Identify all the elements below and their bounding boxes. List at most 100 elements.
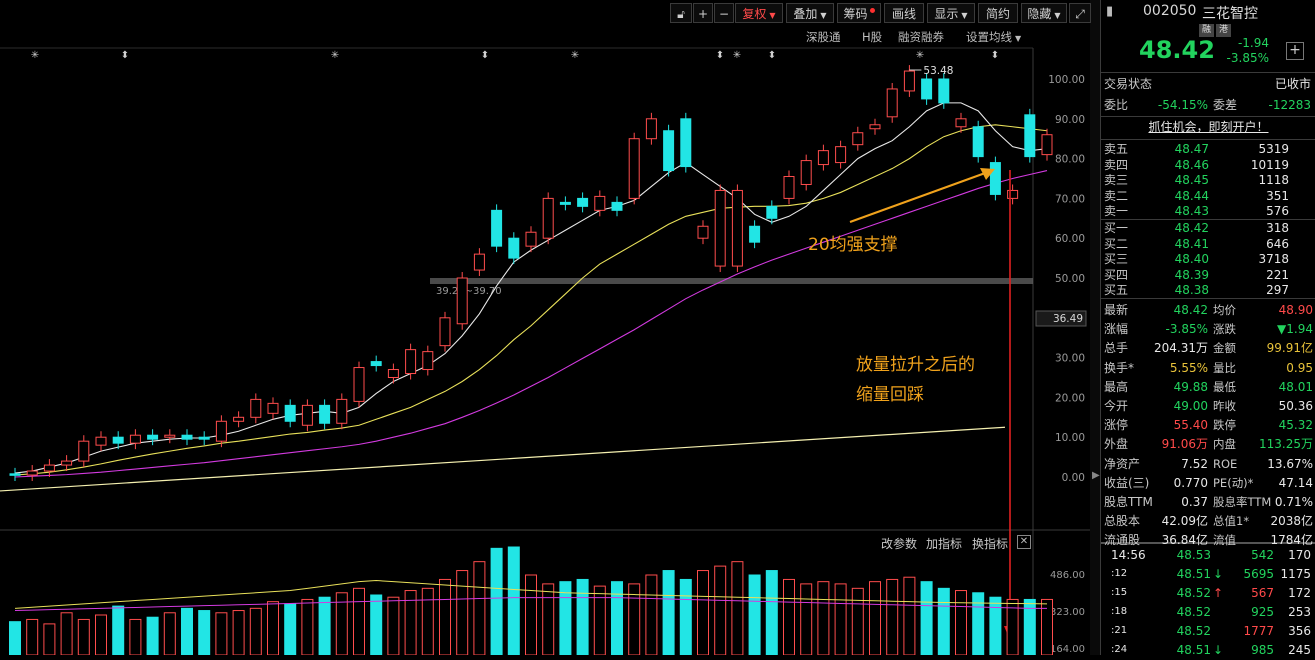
volume-bar bbox=[989, 596, 1002, 655]
brief-button[interactable]: 简约 bbox=[978, 3, 1018, 23]
last-price: 48.42 bbox=[1139, 36, 1215, 64]
quote-value: 13.67% bbox=[1267, 456, 1313, 471]
diff-label: 委差 bbox=[1213, 98, 1238, 112]
h-share-link[interactable]: H股 bbox=[862, 29, 882, 45]
ma-settings-link[interactable]: 设置均线 ▼ bbox=[966, 29, 1021, 45]
volume-bar bbox=[697, 570, 709, 655]
event-marker-icon: ⬍ bbox=[121, 50, 129, 61]
quote-value: 49.00 bbox=[1173, 399, 1208, 413]
minus-icon: − bbox=[718, 7, 730, 21]
tick-price: 48.52 bbox=[1176, 586, 1211, 600]
order-label: 卖三 bbox=[1104, 173, 1129, 187]
panel-splitter[interactable]: ▶ bbox=[1090, 0, 1100, 655]
volume-bar bbox=[146, 616, 159, 655]
candle-body bbox=[938, 78, 950, 104]
order-price: 48.45 bbox=[1174, 173, 1209, 187]
candle-body bbox=[955, 118, 967, 128]
order-volume: 10119 bbox=[1250, 157, 1289, 172]
event-marker-icon: ✳ bbox=[331, 50, 339, 61]
volume-bar bbox=[765, 570, 778, 655]
tick-count: 356 bbox=[1288, 624, 1311, 638]
zoom-in-button[interactable]: + bbox=[693, 3, 713, 23]
quote-value: 48.42 bbox=[1173, 303, 1208, 317]
plus-icon: + bbox=[1289, 42, 1301, 58]
hide-label: 隐藏 bbox=[1027, 7, 1052, 21]
display-label: 显示 bbox=[934, 7, 959, 21]
volume-bar bbox=[542, 583, 555, 655]
volume-tick-label: 486.00 bbox=[1050, 570, 1085, 581]
candle-body bbox=[319, 404, 331, 424]
quote-value: 0.770 bbox=[1173, 475, 1208, 490]
volume-bar bbox=[353, 587, 365, 655]
indicator-params-button[interactable]: 改参数 bbox=[881, 535, 917, 552]
candle-body bbox=[783, 176, 795, 199]
volume-bar bbox=[507, 546, 520, 655]
volume-bar bbox=[679, 578, 692, 655]
volume-bar bbox=[903, 576, 916, 655]
menu-icon[interactable]: ▮ bbox=[1106, 4, 1113, 19]
quote-label: 金额 bbox=[1213, 341, 1236, 356]
divider bbox=[1101, 298, 1315, 299]
ratio-label: 委比 bbox=[1104, 98, 1129, 112]
add-indicator-button[interactable]: 加指标 bbox=[926, 535, 962, 552]
fullscreen-button[interactable]: ⤢ bbox=[1069, 3, 1091, 23]
draw-button[interactable]: 画线 bbox=[884, 3, 924, 23]
order-label: 买二 bbox=[1104, 236, 1129, 251]
order-price: 48.46 bbox=[1174, 157, 1209, 172]
candle-body bbox=[1024, 114, 1036, 158]
order-price: 48.47 bbox=[1174, 142, 1209, 156]
event-marker-icon: ⬍ bbox=[768, 50, 776, 61]
lock-icon: 🔓︎ bbox=[677, 7, 685, 21]
y-tick-label: 100.00 bbox=[1048, 74, 1085, 86]
hide-button[interactable]: 隐藏 ▼ bbox=[1021, 3, 1067, 23]
close-icon[interactable]: ✕ bbox=[1017, 535, 1031, 549]
add-watchlist-button[interactable]: + bbox=[1286, 42, 1304, 60]
hk-connect-link[interactable]: 深股通 bbox=[806, 29, 841, 45]
event-marker-icon: ✳ bbox=[916, 50, 924, 61]
tick-time: :15 bbox=[1111, 587, 1128, 598]
tick-count: 245 bbox=[1288, 643, 1311, 657]
order-price: 48.40 bbox=[1174, 252, 1209, 266]
candle-body bbox=[972, 126, 984, 158]
y-tick-label: 30.00 bbox=[1055, 353, 1085, 365]
kline-chart[interactable]: 100.0090.0080.0070.0060.0050.0040.0030.0… bbox=[0, 0, 1090, 655]
quote-label: 今开 bbox=[1104, 399, 1129, 413]
quote-label: 最新 bbox=[1104, 303, 1129, 317]
quote-value: 42.09亿 bbox=[1161, 514, 1208, 529]
volume-bar bbox=[490, 547, 503, 655]
tick-count: 1175 bbox=[1280, 567, 1311, 581]
candle-body bbox=[903, 70, 915, 92]
order-volume: 221 bbox=[1266, 267, 1289, 282]
order-price: 48.42 bbox=[1174, 221, 1209, 235]
zoom-out-button[interactable]: − bbox=[714, 3, 734, 23]
event-marker-icon: ✳ bbox=[31, 50, 39, 61]
quote-value: 204.31万 bbox=[1154, 341, 1208, 356]
quote-value: 47.14 bbox=[1278, 475, 1313, 490]
quote-panel: ▮ 002050 三花智控 融 港 48.42 -1.94 -3.85% + 交… bbox=[1100, 0, 1315, 657]
switch-indicator-button[interactable]: 换指标 bbox=[972, 535, 1008, 552]
volume-bar bbox=[267, 601, 279, 655]
volume-bar bbox=[249, 607, 262, 655]
quote-label: 跌停 bbox=[1213, 418, 1236, 433]
chevron-down-icon: ▼ bbox=[820, 11, 827, 20]
open-account-link[interactable]: 抓住机会，即刻开户！ bbox=[1101, 117, 1315, 137]
tick-time: :18 bbox=[1111, 606, 1128, 617]
volume-bar bbox=[800, 583, 813, 655]
status-label: 交易状态 bbox=[1104, 77, 1153, 91]
adjust-button[interactable]: 复权 ▼ bbox=[735, 3, 783, 23]
volume-bar bbox=[421, 587, 434, 655]
overlay-button[interactable]: 叠加 ▼ bbox=[786, 3, 834, 23]
volume-bar bbox=[456, 570, 469, 655]
collapse-arrow-icon[interactable]: ▶ bbox=[1092, 470, 1100, 481]
tick-price: 48.53 bbox=[1176, 548, 1211, 562]
margin-link[interactable]: 融资融券 bbox=[898, 29, 944, 45]
order-volume: 5319 bbox=[1258, 142, 1289, 156]
lock-icon-button[interactable]: 🔓︎ bbox=[670, 3, 692, 23]
display-button[interactable]: 显示 ▼ bbox=[927, 3, 975, 23]
chips-button[interactable]: 筹码 bbox=[837, 3, 881, 23]
tick-price: 48.51 bbox=[1176, 643, 1211, 657]
candle-body bbox=[835, 146, 847, 164]
candle-body bbox=[198, 436, 210, 440]
candle-body bbox=[645, 118, 657, 140]
candle-body bbox=[95, 436, 107, 446]
